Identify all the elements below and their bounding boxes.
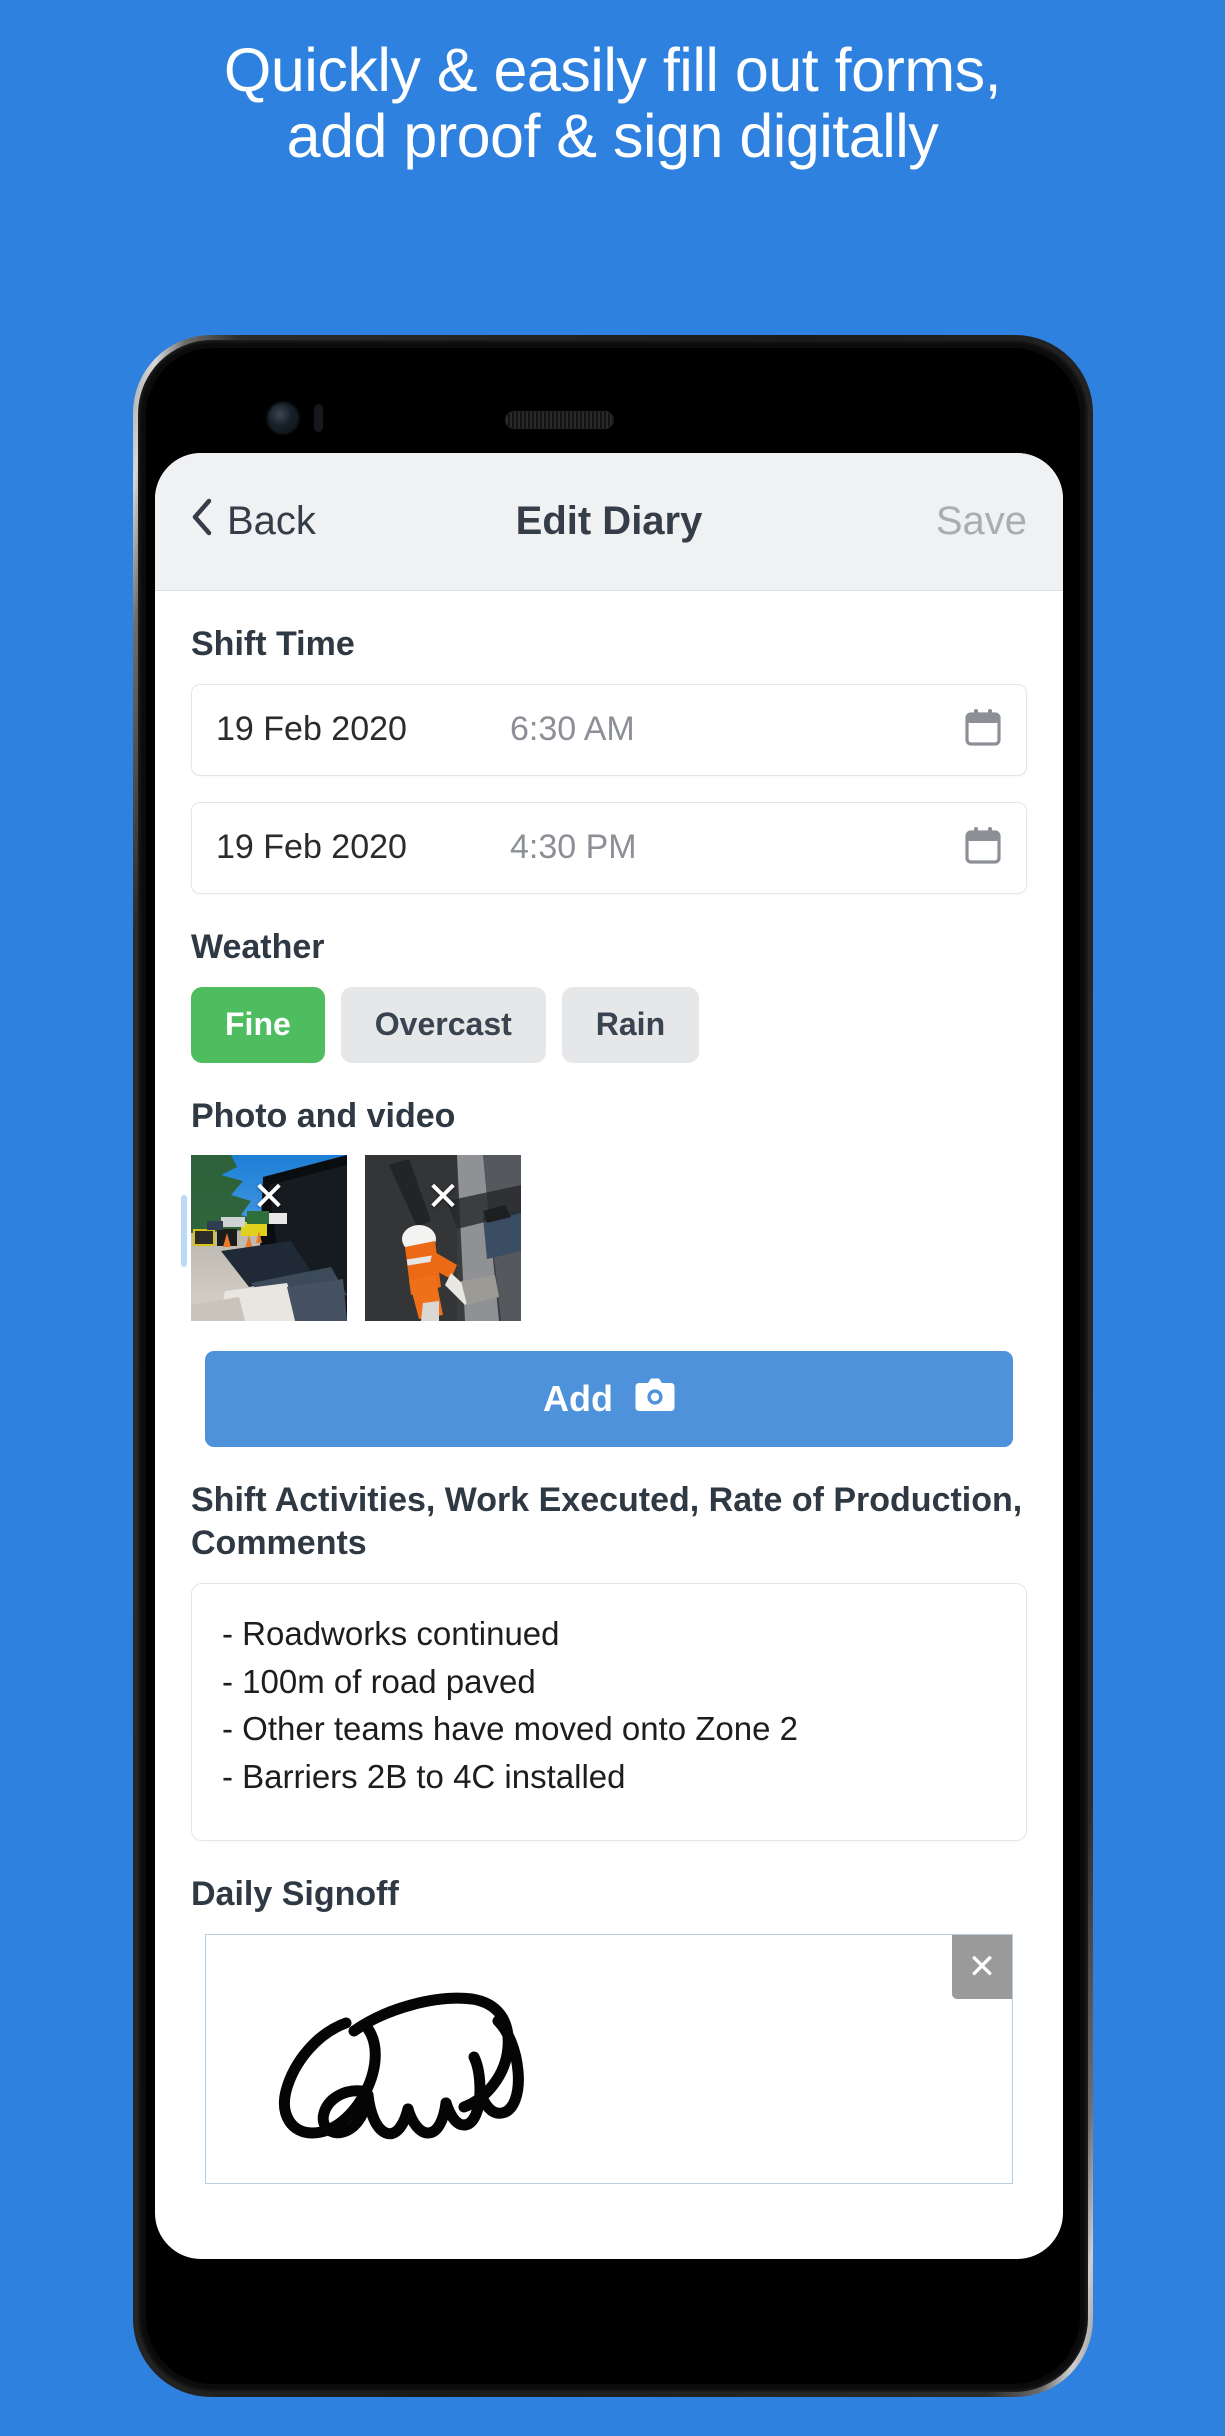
promo-headline: Quickly & easily fill out forms, add pro… <box>223 36 1002 170</box>
media-label: Photo and video <box>191 1096 456 1135</box>
clear-signature-icon[interactable]: ✕ <box>952 1935 1012 2000</box>
save-button[interactable]: Save <box>936 499 1027 544</box>
signoff-label: Daily Signoff <box>191 1875 399 1914</box>
front-camera-icon <box>268 403 298 433</box>
shift-start-field[interactable]: 19 Feb 2020 6:30 AM <box>191 683 1027 776</box>
phone-inner-frame: Back Edit Diary Save Shift Time 19 Feb 2… <box>138 340 1088 2392</box>
proximity-sensor-icon <box>314 404 323 432</box>
phone-bezel: Back Edit Diary Save Shift Time 19 Feb 2… <box>146 348 1080 2384</box>
shift-end-time: 4:30 PM <box>510 828 637 867</box>
camera-icon <box>635 1378 675 1421</box>
earpiece-speaker-icon <box>505 411 614 429</box>
activity-line: - 100m of road paved <box>222 1662 536 1700</box>
horizontal-scrollbar[interactable] <box>181 1195 187 1268</box>
add-photo-button[interactable]: Add <box>205 1351 1013 1448</box>
add-photo-label: Add <box>543 1378 613 1420</box>
phone-screen: Back Edit Diary Save Shift Time 19 Feb 2… <box>155 453 1063 2259</box>
activity-line: - Barriers 2B to 4C installed <box>222 1757 626 1795</box>
signature-pad[interactable]: ✕ <box>205 1934 1013 2185</box>
weather-options: Fine Overcast Rain <box>191 986 1027 1063</box>
weather-chip-rain[interactable]: Rain <box>561 986 700 1063</box>
media-thumbnail[interactable]: ✕ <box>365 1155 521 1322</box>
media-thumbnail[interactable]: ✕ <box>191 1155 347 1322</box>
shift-end-date: 19 Feb 2020 <box>216 828 407 867</box>
remove-photo-icon[interactable]: ✕ <box>252 1177 286 1217</box>
activity-line: - Roadworks continued <box>222 1615 560 1653</box>
form-content: Shift Time 19 Feb 2020 6:30 AM 19 Feb 20… <box>155 623 1063 2185</box>
media-thumbnail-list: ✕ ✕ <box>181 1155 1027 1322</box>
shift-time-label: Shift Time <box>191 625 355 663</box>
shift-start-date: 19 Feb 2020 <box>216 710 407 749</box>
shift-start-time: 6:30 AM <box>510 710 635 749</box>
calendar-icon[interactable] <box>964 825 1002 870</box>
calendar-icon[interactable] <box>964 707 1002 752</box>
phone-frame: Back Edit Diary Save Shift Time 19 Feb 2… <box>133 335 1093 2397</box>
activities-textarea[interactable]: - Roadworks continued - 100m of road pav… <box>191 1583 1027 1842</box>
back-button-label: Back <box>227 499 316 543</box>
weather-chip-overcast[interactable]: Overcast <box>340 986 546 1063</box>
weather-label: Weather <box>191 927 325 966</box>
back-button[interactable]: Back <box>191 497 316 547</box>
handwritten-signature <box>279 1992 524 2140</box>
app-navbar: Back Edit Diary Save <box>155 453 1063 591</box>
activity-line: - Other teams have moved onto Zone 2 <box>222 1710 798 1748</box>
weather-chip-fine[interactable]: Fine <box>191 986 325 1063</box>
activities-label: Shift Activities, Work Executed, Rate of… <box>191 1481 1023 1563</box>
chevron-left-icon <box>191 497 213 547</box>
shift-end-field[interactable]: 19 Feb 2020 4:30 PM <box>191 801 1027 894</box>
remove-photo-icon[interactable]: ✕ <box>426 1177 460 1217</box>
